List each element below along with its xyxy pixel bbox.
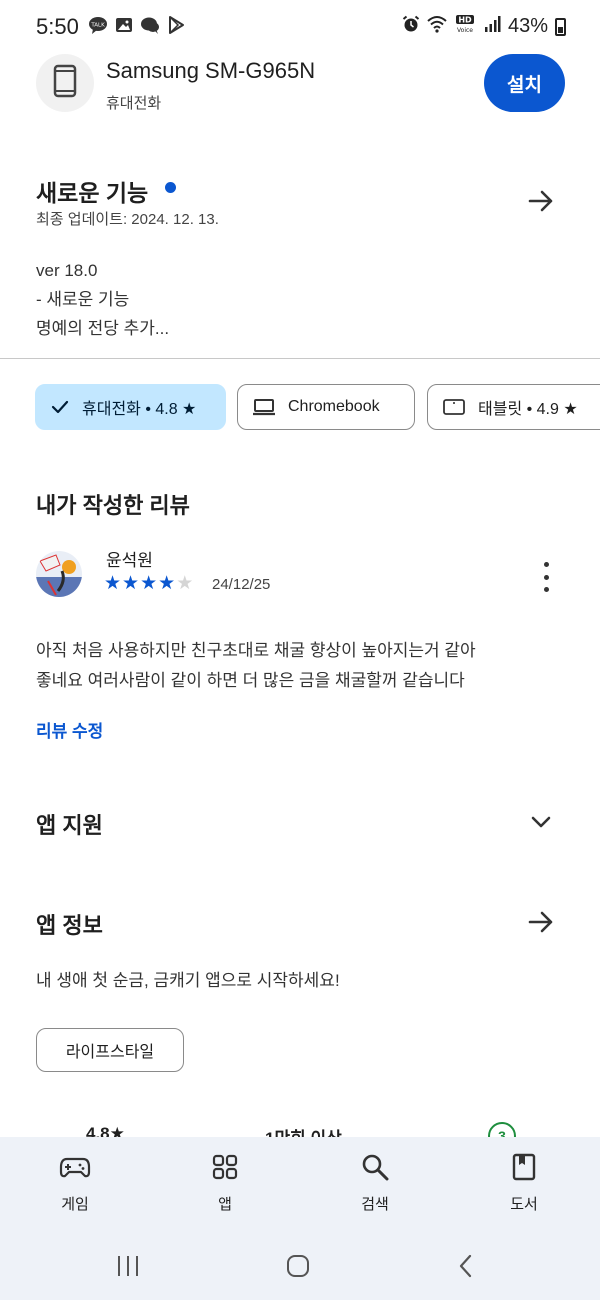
chip-phone[interactable]: 휴대전화 • 4.8 ★ bbox=[35, 384, 226, 430]
nav-books[interactable]: 도서 bbox=[479, 1152, 569, 1214]
install-button[interactable]: 설치 bbox=[484, 54, 565, 112]
last-updated: 최종 업데이트: 2024. 12. 13. bbox=[36, 211, 219, 228]
whats-new-body: ver 18.0 - 새로운 기능 명예의 전당 추가... bbox=[36, 256, 169, 343]
chip-label: 태블릿 • 4.9 ★ bbox=[478, 401, 578, 418]
whats-new-arrow-icon[interactable] bbox=[526, 186, 556, 216]
nav-label: 앱 bbox=[218, 1196, 232, 1213]
star-filled-icon: ★ bbox=[104, 573, 122, 594]
chip-chromebook[interactable]: Chromebook bbox=[237, 384, 415, 430]
svg-text:TALK: TALK bbox=[90, 23, 105, 29]
battery-icon bbox=[555, 17, 566, 36]
nav-games[interactable]: 게임 bbox=[30, 1152, 120, 1214]
device-phone-avatar bbox=[36, 54, 94, 112]
phone-icon bbox=[53, 64, 77, 103]
chat-icon bbox=[140, 15, 160, 35]
nav-search[interactable]: 검색 bbox=[330, 1152, 420, 1214]
edit-review-link[interactable]: 리뷰 수정 bbox=[36, 717, 103, 742]
whats-new-title: 새로운 기능 bbox=[36, 180, 149, 206]
gallery-icon bbox=[114, 15, 134, 35]
star-filled-icon: ★ bbox=[140, 573, 158, 594]
avatar[interactable] bbox=[36, 551, 82, 597]
app-description: 내 생애 첫 순금, 금캐기 앱으로 시작하세요! bbox=[36, 971, 340, 990]
svg-text:HD: HD bbox=[458, 16, 472, 25]
laptop-icon bbox=[252, 397, 276, 417]
more-options-icon[interactable] bbox=[536, 562, 556, 592]
review-rating: ★ ★ ★ ★ ★ bbox=[104, 572, 193, 595]
chip-label: 휴대전화 • 4.8 ★ bbox=[82, 401, 197, 418]
new-indicator-dot bbox=[165, 182, 176, 193]
status-bar: 5:50 TALK HD Voice 43% bbox=[0, 0, 600, 52]
star-filled-icon: ★ bbox=[158, 573, 176, 594]
review-text: 아직 처음 사용하지만 친구초대로 채굴 향상이 높아지는거 같아 좋네요 여러… bbox=[36, 636, 576, 696]
nav-apps[interactable]: 앱 bbox=[180, 1152, 270, 1214]
whats-new-line: 명예의 전당 추가... bbox=[36, 319, 170, 338]
section-divider bbox=[0, 358, 600, 359]
alarm-icon bbox=[402, 15, 420, 38]
star-filled-icon: ★ bbox=[122, 573, 140, 594]
wifi-icon bbox=[427, 15, 447, 38]
play-store-icon bbox=[166, 15, 186, 35]
talk-icon: TALK bbox=[88, 15, 108, 35]
battery-percent: 43% bbox=[507, 15, 548, 37]
star-empty-icon: ★ bbox=[176, 573, 194, 594]
device-type: 휴대전화 bbox=[106, 95, 162, 112]
home-icon[interactable] bbox=[278, 1250, 318, 1282]
svg-text:Voice: Voice bbox=[457, 27, 473, 34]
whats-new-line: - 새로운 기능 bbox=[36, 290, 130, 309]
my-review-title: 내가 작성한 리뷰 bbox=[36, 493, 190, 518]
whats-new-line: ver 18.0 bbox=[36, 261, 98, 280]
check-icon bbox=[50, 397, 70, 417]
search-icon bbox=[360, 1152, 390, 1187]
status-system-icons: HD Voice 43% bbox=[402, 14, 566, 39]
chip-label: Chromebook bbox=[288, 398, 380, 415]
review-text-line: 좋네요 여러사람이 같이 하면 더 많은 금을 채굴할꺼 같습니다 bbox=[36, 671, 465, 690]
reviewer-name: 윤석원 bbox=[106, 551, 153, 570]
app-info-title: 앱 정보 bbox=[36, 913, 103, 938]
device-name: Samsung SM-G965N bbox=[106, 58, 316, 83]
apps-grid-icon bbox=[210, 1152, 240, 1187]
nav-label: 도서 bbox=[510, 1196, 538, 1213]
status-time: 5:50 bbox=[36, 14, 79, 39]
app-support-title[interactable]: 앱 지원 bbox=[36, 808, 103, 840]
app-info-arrow-icon[interactable] bbox=[526, 907, 556, 937]
nav-label: 검색 bbox=[361, 1196, 389, 1213]
recent-apps-icon[interactable] bbox=[108, 1250, 148, 1282]
status-app-icons: TALK bbox=[88, 15, 186, 35]
tablet-icon bbox=[442, 397, 466, 417]
gamepad-icon bbox=[59, 1152, 91, 1187]
review-date: 24/12/25 bbox=[212, 576, 271, 593]
back-icon[interactable] bbox=[446, 1250, 486, 1282]
chevron-down-icon[interactable] bbox=[527, 808, 557, 838]
category-chip[interactable]: 라이프스타일 bbox=[36, 1028, 184, 1072]
book-icon bbox=[509, 1152, 539, 1187]
hd-voice-icon: HD Voice bbox=[454, 14, 476, 39]
nav-label: 게임 bbox=[61, 1196, 89, 1213]
chip-tablet[interactable]: 태블릿 • 4.9 ★ bbox=[427, 384, 600, 430]
signal-icon bbox=[483, 15, 501, 38]
review-text-line: 아직 처음 사용하지만 친구초대로 채굴 향상이 높아지는거 같아 bbox=[36, 641, 476, 660]
